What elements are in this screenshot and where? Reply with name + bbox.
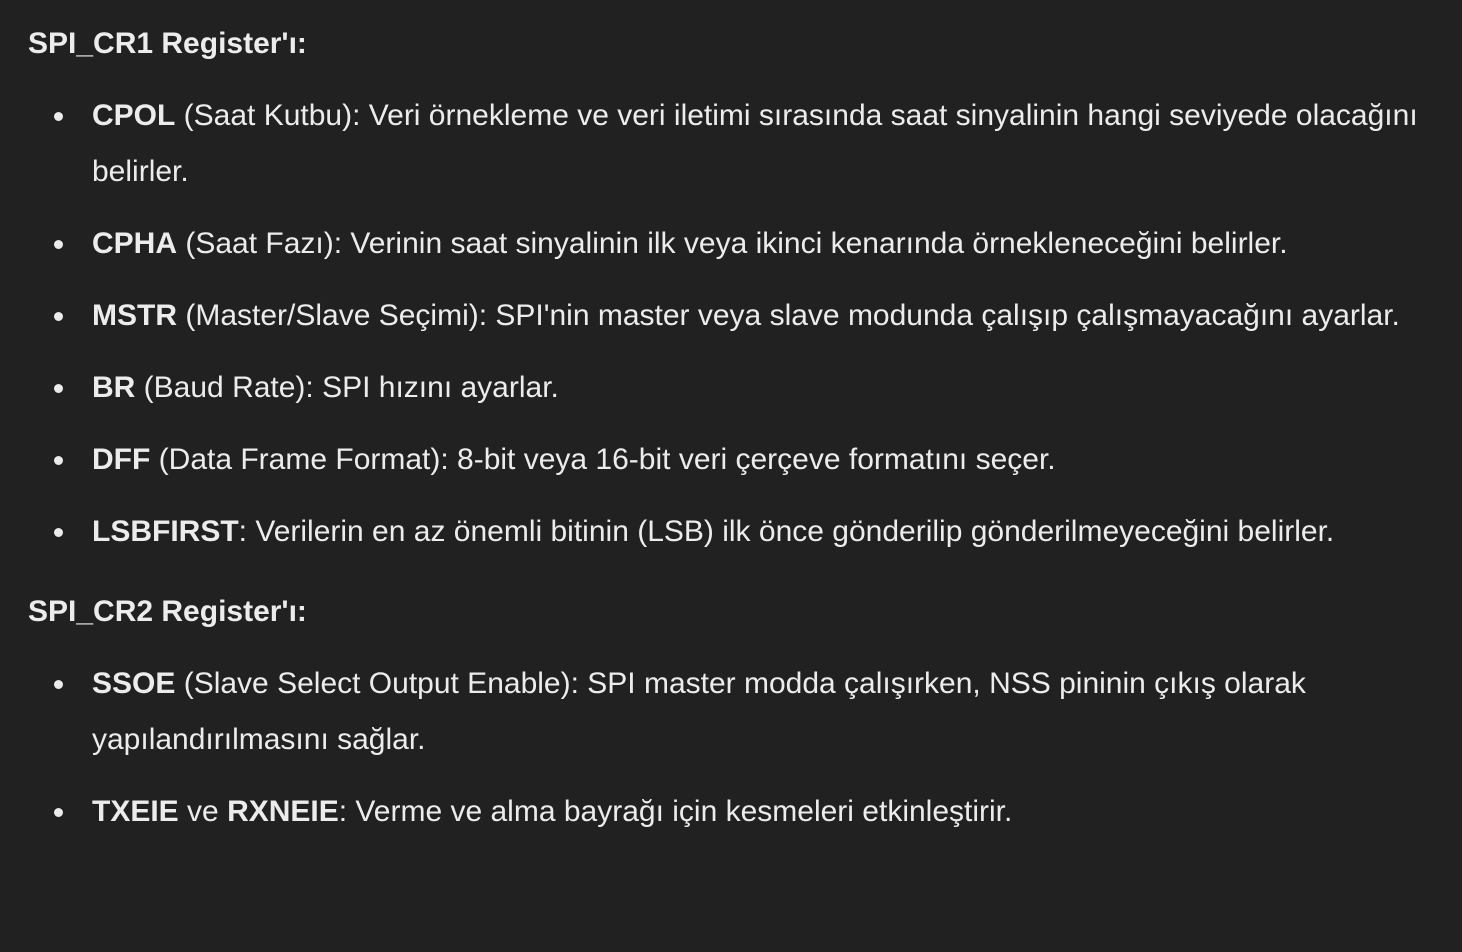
term-lsbfirst: LSBFIRST <box>92 515 239 548</box>
term-txeie: TXEIE <box>92 795 179 828</box>
list-item-ssoe: SSOE (Slave Select Output Enable): SPI m… <box>28 656 1448 768</box>
desc-cpol: (Saat Kutbu): Veri örnekleme ve veri ile… <box>92 99 1418 188</box>
cr1-bit-list: CPOL (Saat Kutbu): Veri örnekleme ve ver… <box>28 88 1448 560</box>
bullet-icon <box>54 528 63 537</box>
list-item-cpol: CPOL (Saat Kutbu): Veri örnekleme ve ver… <box>28 88 1448 200</box>
bullet-icon <box>54 680 63 689</box>
desc-ssoe: (Slave Select Output Enable): SPI master… <box>92 667 1306 756</box>
desc-dff: (Data Frame Format): 8-bit veya 16-bit v… <box>150 443 1056 476</box>
conjunction-text: ve <box>178 795 228 828</box>
list-item-cpha: CPHA (Saat Fazı): Verinin saat sinyalini… <box>28 216 1448 272</box>
section-heading-cr1: SPI_CR1 Register'ı: <box>28 27 307 60</box>
desc-lsbfirst: : Verilerin en az önemli bitinin (LSB) i… <box>238 515 1335 548</box>
bullet-icon <box>54 112 63 121</box>
term-cpol: CPOL <box>92 99 176 132</box>
desc-mstr: (Master/Slave Seçimi): SPI'nin master ve… <box>177 299 1400 332</box>
term-ssoe: SSOE <box>92 667 176 700</box>
bullet-icon <box>54 312 63 321</box>
bullet-icon <box>54 240 63 249</box>
term-dff: DFF <box>92 443 151 476</box>
term-mstr: MSTR <box>92 299 177 332</box>
bullet-icon <box>54 456 63 465</box>
bullet-icon <box>54 808 63 817</box>
term-br: BR <box>92 371 136 404</box>
list-item-dff: DFF (Data Frame Format): 8-bit veya 16-b… <box>28 432 1448 488</box>
document-content: SPI_CR1 Register'ı: CPOL (Saat Kutbu): V… <box>28 16 1448 856</box>
desc-cpha: (Saat Fazı): Verinin saat sinyalinin ilk… <box>177 227 1288 260</box>
cr2-bit-list: SSOE (Slave Select Output Enable): SPI m… <box>28 656 1448 840</box>
desc-br: (Baud Rate): SPI hızını ayarlar. <box>135 371 559 404</box>
list-item-lsbfirst: LSBFIRST: Verilerin en az önemli bitinin… <box>28 504 1448 560</box>
section-heading-cr2: SPI_CR2 Register'ı: <box>28 595 307 628</box>
term-cpha: CPHA <box>92 227 178 260</box>
list-item-txeie-rxneie: TXEIE ve RXNEIE: Verme ve alma bayrağı i… <box>28 784 1448 840</box>
desc-txeie-rxneie: : Verme ve alma bayrağı için kesmeleri e… <box>338 795 1013 828</box>
list-item-mstr: MSTR (Master/Slave Seçimi): SPI'nin mast… <box>28 288 1448 344</box>
bullet-icon <box>54 384 63 393</box>
list-item-br: BR (Baud Rate): SPI hızını ayarlar. <box>28 360 1448 416</box>
term-rxneie: RXNEIE <box>227 795 339 828</box>
